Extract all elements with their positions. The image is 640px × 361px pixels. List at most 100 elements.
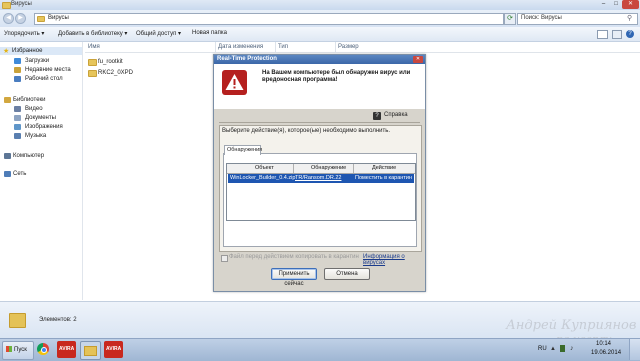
minimize-button[interactable]: – (597, 0, 610, 9)
network-icon (4, 171, 11, 177)
folder-large-icon (9, 313, 26, 328)
folder-icon (37, 16, 45, 22)
share-button[interactable]: Общий доступ ▾ (136, 30, 181, 37)
header-object[interactable]: Объект (255, 165, 274, 171)
virus-info-link[interactable]: Информация о вирусах (363, 254, 425, 266)
column-separator (335, 42, 336, 52)
downloads-icon (14, 58, 21, 64)
taskbar: Пуск AVIRA AVIRA RU ▲ ♪ 10:14 19.06.2014 (0, 338, 640, 361)
start-button[interactable]: Пуск (2, 341, 34, 360)
instruction-text: Выберите действие(я), которое(ые) необхо… (222, 128, 391, 134)
dialog-close-button[interactable]: ✕ (413, 56, 423, 63)
cell-action[interactable]: Поместить в карантин (355, 175, 412, 181)
apply-now-button[interactable]: Применить сейчас (271, 268, 317, 287)
command-toolbar: Упорядочить ▾ Добавить в библиотеку ▾ Об… (0, 27, 640, 42)
add-to-library-button[interactable]: Добавить в библиотеку ▾ (58, 30, 127, 37)
language-indicator[interactable]: RU (538, 346, 547, 352)
cell-object: WinLocker_Builder_0.4.zip (230, 175, 296, 181)
dialog-divider (219, 122, 420, 123)
detections-table: Объект Обнаружение Действие WinLocker_Bu… (226, 163, 416, 221)
table-header: Объект Обнаружение Действие (227, 164, 415, 174)
header-separator (353, 164, 354, 173)
table-row[interactable]: WinLocker_Builder_0.4.zip TR/Ransom.DR.2… (228, 174, 414, 183)
header-action[interactable]: Действие (372, 165, 396, 171)
preview-pane-icon[interactable] (612, 30, 622, 39)
window-title-bar: Вирусы – □ ✕ (0, 0, 640, 10)
search-input[interactable]: Поиск: Вирусы ⚲ (517, 13, 638, 25)
nav-desktop[interactable]: Рабочий стол (25, 76, 63, 82)
desktop-icon (14, 76, 21, 82)
avira-taskbar-icon[interactable]: AVIRA (57, 341, 76, 358)
new-folder-button[interactable]: Новая папка (192, 30, 227, 36)
forward-button[interactable]: ▶ (15, 13, 26, 24)
chrome-taskbar-icon[interactable] (34, 341, 53, 358)
dialog-title: Real-Time Protection (217, 56, 277, 62)
quarantine-checkbox[interactable] (221, 255, 228, 262)
folder-icon (88, 59, 97, 66)
clock-date[interactable]: 19.06.2014 (591, 350, 621, 356)
nav-network[interactable]: Сеть (13, 171, 26, 177)
nav-pictures[interactable]: Изображения (25, 124, 63, 130)
libraries-icon (4, 97, 11, 103)
avira-taskbar-icon-2[interactable]: AVIRA (104, 341, 123, 358)
dialog-headline-line2: вредоносная программа! (262, 77, 338, 83)
help-icon[interactable]: ? (626, 30, 634, 38)
back-button[interactable]: ◀ (3, 13, 14, 24)
refresh-button[interactable]: ⟳ (504, 13, 516, 25)
tab-detections[interactable]: Обнаружения (224, 145, 263, 155)
column-date[interactable]: Дата изменения (218, 44, 263, 50)
computer-icon (4, 153, 11, 159)
clock-time[interactable]: 10:14 (596, 341, 611, 347)
organize-button[interactable]: Упорядочить ▾ (4, 30, 44, 37)
tray-expand-icon[interactable]: ▲ (550, 346, 556, 352)
nav-libraries[interactable]: Библиотеки (13, 97, 46, 103)
item-count: Элементов: 2 (39, 317, 77, 323)
nav-video[interactable]: Видео (25, 106, 43, 112)
pictures-icon (14, 124, 21, 130)
column-type[interactable]: Тип (278, 44, 288, 50)
folder-icon (2, 2, 11, 9)
file-item[interactable]: RKC2_0XPD (98, 70, 133, 76)
column-header: Имя Дата изменения Тип Размер (85, 42, 640, 53)
explorer-taskbar-icon[interactable] (80, 341, 101, 360)
star-icon: ★ (3, 48, 10, 55)
nav-recent-places[interactable]: Недавние места (25, 67, 71, 73)
folder-icon (88, 70, 97, 77)
nav-documents[interactable]: Документы (25, 115, 56, 121)
dialog-headline-line1: На Вашем компьютере был обнаружен вирус … (262, 70, 411, 76)
help-icon[interactable]: ? (373, 112, 381, 120)
windows-logo-icon (6, 346, 12, 352)
cancel-button[interactable]: Отмена (324, 268, 370, 280)
volume-icon[interactable]: ♪ (570, 345, 574, 352)
start-label: Пуск (14, 347, 27, 353)
battery-icon[interactable] (560, 345, 565, 352)
column-name[interactable]: Имя (88, 44, 100, 50)
watermark-author: Андрей Куприянов (506, 318, 637, 333)
nav-music[interactable]: Музыка (25, 133, 46, 139)
realtime-protection-dialog: Real-Time Protection ✕ На Вашем компьюте… (213, 54, 426, 292)
address-path: Вирусы (48, 15, 69, 21)
column-size[interactable]: Размер (338, 44, 359, 50)
header-separator (293, 164, 294, 173)
search-placeholder: Поиск: Вирусы (521, 15, 562, 21)
help-link[interactable]: Справка (384, 112, 408, 118)
address-bar[interactable]: Вирусы (34, 13, 504, 25)
tab-detections-label: Обнаружения (227, 147, 263, 153)
search-icon: ⚲ (627, 15, 633, 22)
quarantine-checkbox-label: Файл перед действием копировать в карант… (229, 254, 359, 260)
cell-detection[interactable]: TR/Ransom.DR.22 (295, 175, 341, 181)
window-title: Вирусы (11, 1, 32, 7)
navigation-pane: ★ Избранное Загрузки Недавние места Рабо… (0, 42, 83, 300)
nav-computer[interactable]: Компьютер (13, 153, 44, 159)
header-detection[interactable]: Обнаружение (311, 165, 346, 171)
dialog-title-bar: Real-Time Protection (214, 55, 425, 64)
file-item[interactable]: fu_rootkit (98, 59, 123, 65)
show-desktop-button[interactable] (629, 339, 640, 360)
view-icon[interactable] (597, 30, 608, 39)
music-icon (14, 133, 21, 139)
close-button[interactable]: ✕ (622, 0, 639, 9)
video-icon (14, 106, 21, 112)
nav-downloads[interactable]: Загрузки (25, 58, 49, 64)
nav-favorites[interactable]: Избранное (12, 48, 42, 54)
maximize-button[interactable]: □ (610, 0, 622, 9)
